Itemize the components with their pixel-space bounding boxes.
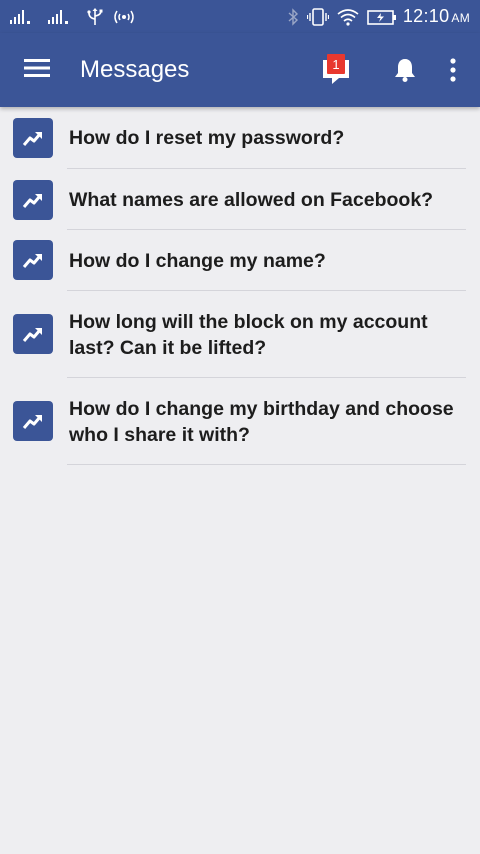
- bell-icon: [395, 59, 415, 82]
- divider: [67, 464, 466, 465]
- list-item[interactable]: How long will the block on my account la…: [0, 291, 480, 378]
- message-badge-count: 1: [332, 57, 339, 72]
- trending-up-icon: [13, 180, 53, 220]
- more-vert-icon: [450, 58, 456, 82]
- more-options-button[interactable]: [430, 33, 476, 107]
- vibrate-icon: [306, 7, 329, 26]
- status-left: [10, 7, 136, 26]
- wifi-icon: [337, 8, 359, 26]
- hamburger-menu-icon: [24, 58, 50, 83]
- list-item[interactable]: How do I change my birthday and choose w…: [0, 378, 480, 465]
- list-item[interactable]: What names are allowed on Facebook?: [0, 169, 480, 230]
- battery-charging-icon: [367, 8, 397, 26]
- list-item[interactable]: How do I change my name?: [0, 230, 480, 291]
- messages-button[interactable]: 1: [306, 33, 366, 107]
- list-item[interactable]: How do I reset my password?: [0, 107, 480, 169]
- question-list: How do I reset my password? What names a…: [0, 107, 480, 465]
- page-title: Messages: [80, 56, 190, 83]
- signal-2-icon: [48, 9, 78, 25]
- question-text: What names are allowed on Facebook?: [69, 188, 434, 211]
- status-right: 12:10 AM: [287, 6, 470, 27]
- signal-1-icon: [10, 9, 40, 25]
- app-bar: Messages 1: [0, 33, 480, 107]
- message-bubble-icon: 1: [323, 54, 349, 84]
- status-bar: 12:10 AM: [0, 0, 480, 33]
- clock-time: 12:10: [402, 6, 450, 26]
- usb-icon: [86, 7, 104, 26]
- clock-ampm: AM: [451, 11, 470, 25]
- trending-up-icon: [13, 401, 53, 441]
- question-text: How do I change my name?: [69, 249, 326, 272]
- question-text: How do I reset my password?: [69, 127, 345, 149]
- app-bar-actions: 1: [306, 33, 480, 107]
- trending-up-icon: [13, 314, 53, 354]
- question-text: How long will the block on my account la…: [69, 310, 428, 359]
- hotspot-icon: [112, 8, 136, 26]
- menu-button[interactable]: [0, 33, 74, 107]
- bluetooth-icon: [287, 7, 299, 26]
- clock: 12:10 AM: [403, 6, 470, 27]
- trending-up-icon: [13, 118, 53, 158]
- trending-up-icon: [13, 240, 53, 280]
- question-text: How do I change my birthday and choose w…: [69, 397, 454, 446]
- notifications-button[interactable]: [380, 33, 430, 107]
